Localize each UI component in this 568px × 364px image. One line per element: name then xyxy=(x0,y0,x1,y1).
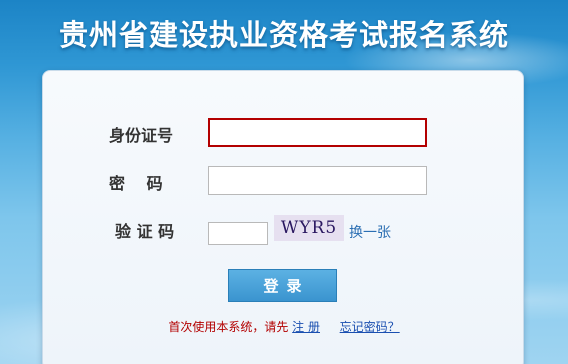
refresh-captcha-link[interactable]: 换一张 xyxy=(349,222,391,242)
page-title: 贵州省建设执业资格考试报名系统 xyxy=(58,18,509,52)
forgot-password-link[interactable]: 忘记密码？ xyxy=(340,320,400,334)
footer-line: 首次使用本系统，请先 注 册 忘记密码？ xyxy=(43,318,525,335)
captcha-input[interactable] xyxy=(208,222,268,245)
password-label: 密 码 xyxy=(109,174,163,193)
id-number-label: 身份证号 xyxy=(109,126,174,145)
id-number-input[interactable] xyxy=(208,118,427,147)
register-link[interactable]: 注 册 xyxy=(292,320,320,334)
password-input[interactable] xyxy=(208,166,427,195)
first-use-note: 首次使用本系统，请先 xyxy=(168,320,289,334)
captcha-label: 验 证 码 xyxy=(115,222,175,241)
login-button[interactable]: 登录 xyxy=(228,269,337,302)
captcha-image[interactable]: WYR5 xyxy=(274,215,344,241)
login-panel: 身份证号 密 码 验 证 码 WYR5 换一张 登录 首次使用本系统，请先 注 … xyxy=(42,70,524,364)
